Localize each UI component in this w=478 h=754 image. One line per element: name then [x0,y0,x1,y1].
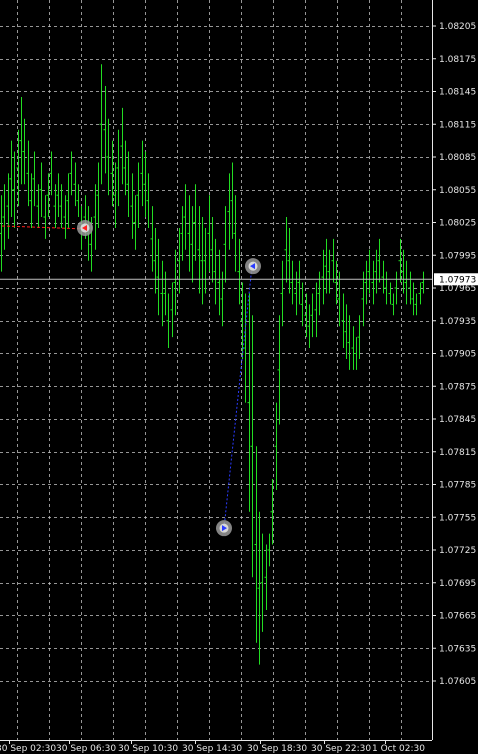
buy-trade-line [223,266,253,529]
price-axis-label: 1.08205 [439,22,476,32]
price-chart[interactable]: 1.08205 1.08175 1.08145 1.08115 1.08085 1.080… [0,0,478,754]
price-axis-label: 1.07935 [439,317,476,327]
buy-open-marker [216,520,232,537]
price-axis-label: 1.07605 [439,677,476,687]
price-axis-label: 1.07815 [439,448,476,458]
bid-price-label: 1.07973 [439,275,476,285]
time-axis-label: 30 Sep 06:30 [56,744,116,754]
time-axis-label: 30 Sep 14:30 [182,744,242,754]
chart-grid [0,0,432,740]
price-axis-label: 1.07905 [439,350,476,360]
price-axis-label: 1.07725 [439,546,476,556]
price-axis-label: 1.08115 [439,120,476,130]
time-axis-label: 30 Sep 10:30 [118,744,178,754]
time-axis-label: 30 Sep 22:30 [311,744,371,754]
trade-markers [1,219,261,537]
price-axis-label: 1.07635 [439,644,476,654]
time-axis-label: 30 Sep 18:30 [247,744,307,754]
price-axis-label: 1.07755 [439,513,476,523]
price-axis-label: 1.07965 [439,284,476,294]
time-axis-label: 30 Sep 02:30 [0,744,56,754]
price-chart-window[interactable]: 1.08205 1.08175 1.08145 1.08115 1.08085 1.080… [0,0,478,754]
price-axis-label: 1.07665 [439,612,476,622]
price-axis-label: 1.08085 [439,153,476,163]
time-axis-label: 1 Oct 02:30 [372,744,425,754]
price-axis-label: 1.07845 [439,415,476,425]
price-bars [0,64,424,665]
price-axis-label: 1.07995 [439,251,476,261]
buy-close-marker [245,258,261,275]
price-axis-label: 1.08145 [439,88,476,98]
price-axis: 1.08205 1.08175 1.08145 1.08115 1.08085 1.080… [432,22,476,687]
price-axis-label: 1.08055 [439,186,476,196]
price-axis-label: 1.07695 [439,579,476,589]
time-axis: 30 Sep 02:30 30 Sep 06:30 30 Sep 10:30 30 S… [0,740,425,754]
price-axis-label: 1.07785 [439,481,476,491]
sell-close-marker [77,219,93,236]
price-axis-label: 1.08175 [439,55,476,65]
price-axis-label: 1.08025 [439,219,476,229]
chart-frame [0,0,433,741]
price-axis-label: 1.07875 [439,382,476,392]
